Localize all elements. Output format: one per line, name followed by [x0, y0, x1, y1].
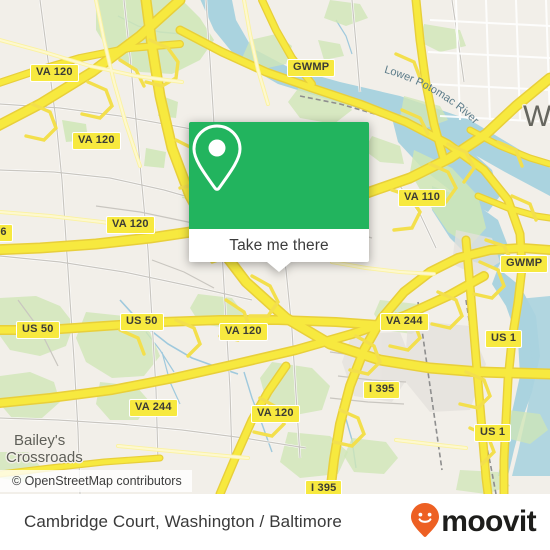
road-shield: VA 244 — [129, 399, 178, 417]
attribution-text: © OpenStreetMap contributors — [12, 474, 182, 488]
popup-header — [189, 122, 369, 229]
screenshot-root: Lower Potomac River VA 120 GWMP VA 120 VA 1… — [0, 0, 550, 550]
road-shield: VA 120 — [30, 64, 79, 82]
road-shield: US 1 — [485, 330, 523, 348]
road-shield: GWMP — [500, 255, 549, 273]
road-shield: US 50 — [16, 321, 60, 339]
road-shield: US 50 — [120, 313, 164, 331]
popup-footer[interactable]: Take me there — [189, 229, 369, 272]
place-label: Bailey's — [14, 432, 66, 449]
road-shield: 66 — [0, 224, 13, 242]
map-attribution[interactable]: © OpenStreetMap contributors — [0, 470, 192, 492]
road-shield: VA 120 — [72, 132, 121, 150]
moovit-wordmark: moovit — [441, 505, 536, 538]
road-shield: VA 110 — [398, 189, 447, 207]
moovit-logo[interactable]: moovit — [410, 502, 537, 543]
road-shield: I 395 — [363, 381, 401, 399]
map-canvas[interactable]: Lower Potomac River VA 120 GWMP VA 120 VA 1… — [0, 0, 550, 494]
take-me-there-button[interactable]: Take me there — [229, 237, 329, 255]
road-shield: VA 120 — [219, 323, 268, 341]
road-shield: US 1 — [474, 424, 512, 442]
road-shield: VA 120 — [106, 216, 155, 234]
moovit-pin-icon — [410, 502, 440, 543]
place-label: Crossroads — [6, 449, 83, 466]
popup-pointer — [267, 262, 291, 272]
location-title: Cambridge Court, Washington / Baltimore — [24, 512, 342, 531]
road-shield: GWMP — [287, 59, 336, 77]
road-shield: VA 244 — [380, 313, 429, 331]
road-shield: VA 120 — [251, 405, 300, 423]
footer-bar: Cambridge Court, Washington / Baltimore … — [0, 494, 550, 550]
location-popup-card[interactable]: Take me there — [189, 122, 369, 272]
place-label: Wa — [523, 100, 550, 133]
road-shield: I 395 — [305, 480, 343, 494]
